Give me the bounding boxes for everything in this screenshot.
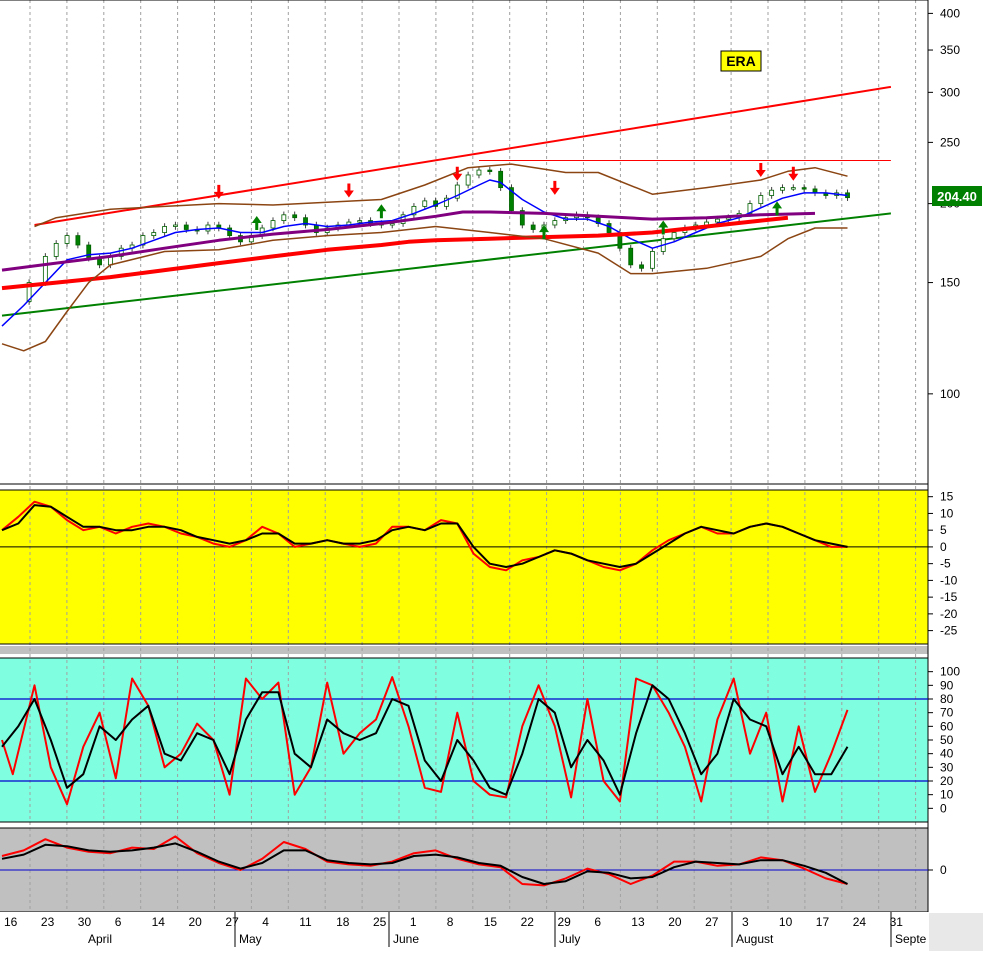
date-tick-label: 4 (262, 915, 269, 929)
date-tick-label: 30 (78, 915, 92, 929)
candle-body (292, 214, 298, 219)
candle-body (650, 251, 655, 269)
candle-body (227, 227, 233, 236)
date-tick-label: 18 (336, 915, 350, 929)
month-label: August (736, 932, 774, 946)
ticker-label: ERA (726, 53, 756, 69)
macd-panel-bg (0, 490, 928, 644)
candle-body (53, 243, 59, 257)
stoch-axis-tick-label: 40 (940, 747, 954, 761)
date-tick-label: 15 (484, 915, 498, 929)
stoch-axis-tick-label: 80 (940, 692, 954, 706)
date-tick-label: 17 (816, 915, 830, 929)
date-tick-label: 3 (742, 915, 749, 929)
candle-body (639, 264, 644, 269)
macd-axis-tick-label: 5 (940, 523, 947, 537)
macd-axis-tick-label: -15 (940, 590, 958, 604)
date-tick-label: 13 (631, 915, 645, 929)
date-tick-label: 14 (152, 915, 166, 929)
candle-body (173, 224, 178, 227)
candle-body (530, 224, 536, 230)
macd-axis-tick-label: -25 (940, 624, 958, 638)
macd-axis-tick-label: 15 (940, 490, 954, 504)
candle-body (422, 200, 428, 207)
stoch-axis-tick-label: 50 (940, 733, 954, 747)
candle-body (183, 224, 189, 230)
stoch-axis-tick-label: 100 (940, 665, 960, 679)
candle-body (281, 214, 287, 221)
month-label: Septe (895, 932, 927, 946)
candle-body (151, 232, 157, 236)
candle-body (552, 220, 558, 226)
chart-window: 100150200250300350400 -25-20-15-10-50510… (0, 0, 983, 951)
candle-body (86, 244, 92, 259)
candle-body (671, 232, 677, 240)
date-tick-label: 22 (521, 915, 535, 929)
candle-body (498, 170, 504, 189)
month-label: June (393, 932, 419, 946)
last-price-label: 204.40 (937, 189, 977, 204)
candle-body (465, 174, 471, 186)
stoch-axis-tick-label: 90 (940, 678, 954, 692)
date-tick-label: 31 (890, 915, 904, 929)
date-tick-label: 25 (373, 915, 387, 929)
macd-axis-tick-label: 0 (940, 540, 947, 554)
candle-body (487, 169, 493, 172)
divider-panel (0, 646, 928, 654)
date-tick-label: 10 (779, 915, 793, 929)
date-axis: 16 23 30 6 14 20 27 4 11 18 25 1 8 15 22 29 6 13 20 27 3 10 17… (0, 912, 983, 951)
stoch-axis-tick-label: 60 (940, 719, 954, 733)
price-axis-tick-label: 250 (940, 135, 960, 149)
stoch-axis-tick-label: 30 (940, 760, 954, 774)
date-tick-label: 20 (189, 915, 203, 929)
stoch-axis-tick-label: 10 (940, 788, 954, 802)
price-axis-tick-label: 100 (940, 387, 960, 401)
price-axis-tick-label: 350 (940, 43, 960, 57)
price-panel-bg (0, 0, 928, 484)
date-tick-label: 16 (4, 915, 18, 929)
date-tick-label: 11 (299, 915, 312, 929)
candle-body (628, 247, 634, 266)
stoch-axis-tick-label: 20 (940, 774, 954, 788)
candle-body (476, 169, 482, 176)
candle-body (75, 235, 81, 246)
price-axis-tick-label: 400 (940, 6, 960, 20)
candle-body (64, 235, 70, 244)
candle-body (42, 256, 48, 283)
date-tick-label: 24 (853, 915, 867, 929)
candle-body (715, 218, 720, 223)
stoch-axis-tick-label: 70 (940, 706, 954, 720)
candle-body (801, 187, 807, 190)
price-axis-tick-label: 300 (940, 85, 960, 99)
month-label: May (239, 932, 262, 946)
macd-axis-tick-label: -10 (940, 573, 958, 587)
momentum-axis-tick-label: 0 (940, 863, 947, 877)
candle-body (270, 220, 276, 229)
macd-axis-tick-label: 10 (940, 506, 954, 520)
candle-body (389, 223, 395, 226)
month-label: April (88, 932, 112, 946)
date-tick-label: 20 (668, 915, 682, 929)
macd-axis-tick-label: -20 (940, 607, 958, 621)
candle-body (769, 189, 775, 196)
date-tick-label: 6 (115, 915, 122, 929)
month-label: July (559, 932, 580, 946)
price-axis-tick-label: 150 (940, 276, 960, 290)
candle-body (758, 195, 764, 205)
date-tick-label: 1 (410, 915, 417, 929)
stoch-axis-tick-label: 0 (940, 801, 947, 815)
date-tick-label: 27 (705, 915, 719, 929)
date-tick-label: 6 (594, 915, 601, 929)
date-tick-label: 23 (41, 915, 55, 929)
date-tick-label: 29 (558, 915, 572, 929)
date-tick-label: 8 (447, 915, 454, 929)
stock-chart: 100150200250300350400 -25-20-15-10-50510… (0, 0, 983, 951)
corner-box (929, 913, 983, 951)
candle-body (780, 187, 785, 191)
date-tick-label: 27 (225, 915, 239, 929)
candle-body (357, 220, 363, 223)
candle-body (790, 187, 796, 190)
macd-axis-tick-label: -5 (940, 557, 951, 571)
candle-body (162, 226, 168, 233)
